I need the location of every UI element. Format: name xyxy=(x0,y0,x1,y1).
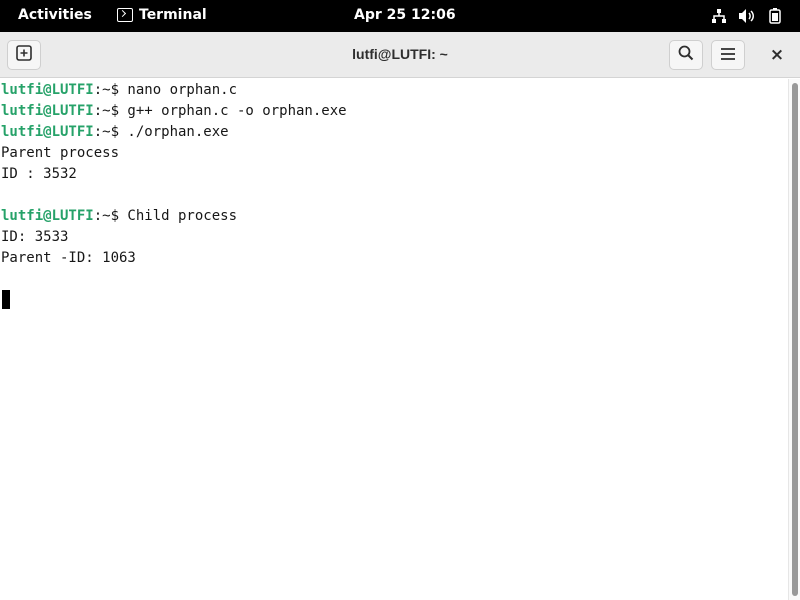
app-name: Terminal xyxy=(139,7,207,23)
battery-icon[interactable] xyxy=(766,8,784,24)
network-icon[interactable] xyxy=(710,8,728,24)
terminal-line: ID : 3532 xyxy=(1,164,77,185)
line-text: ID: 3533 xyxy=(1,229,69,245)
scrollbar-thumb[interactable] xyxy=(792,83,798,596)
close-button[interactable]: × xyxy=(764,40,790,70)
line-text: :~$ ./orphan.exe xyxy=(93,124,229,140)
terminal-line: Parent process xyxy=(1,143,119,164)
terminal-icon xyxy=(117,8,133,22)
text-cursor xyxy=(2,290,10,309)
prompt-user: lutfi@LUTFI xyxy=(1,103,94,119)
line-text: Parent -ID: 1063 xyxy=(1,250,136,266)
activities-button[interactable]: Activities xyxy=(18,7,92,23)
search-icon xyxy=(678,45,694,65)
prompt-user: lutfi@LUTFI xyxy=(1,82,94,98)
terminal-line: ID: 3533 xyxy=(1,227,68,248)
app-menu[interactable]: Terminal xyxy=(117,7,207,23)
system-tray[interactable] xyxy=(710,8,784,24)
prompt-user: lutfi@LUTFI xyxy=(1,124,94,140)
hamburger-menu-icon xyxy=(720,46,736,65)
prompt-user: lutfi@LUTFI xyxy=(1,208,94,224)
terminal-line: lutfi@LUTFI:~$ nano orphan.c xyxy=(1,80,237,101)
clock[interactable]: Apr 25 12:06 xyxy=(354,7,456,23)
terminal-line: lutfi@LUTFI:~$ ./orphan.exe xyxy=(1,122,229,143)
terminal-line: lutfi@LUTFI:~$ Child process xyxy=(1,206,237,227)
top-bar: Activities Terminal Apr 25 12:06 xyxy=(0,0,800,32)
line-text: ID : 3532 xyxy=(1,166,77,182)
line-text: :~$ g++ orphan.c -o orphan.exe xyxy=(93,103,347,119)
line-text: Parent process xyxy=(1,145,120,161)
terminal-line: lutfi@LUTFI:~$ g++ orphan.c -o orphan.ex… xyxy=(1,101,347,122)
volume-icon[interactable] xyxy=(738,8,756,24)
line-text: :~$ Child process xyxy=(93,208,238,224)
line-text: :~$ nano orphan.c xyxy=(93,82,238,98)
terminal-output[interactable]: lutfi@LUTFI:~$ nano orphan.c lutfi@LUTFI… xyxy=(0,79,788,600)
terminal-window: lutfi@LUTFI: ~ × lutfi@LUTFI:~$ nano orp… xyxy=(0,32,800,600)
menu-button[interactable] xyxy=(711,40,745,70)
scrollbar[interactable] xyxy=(788,79,800,600)
header-bar: lutfi@LUTFI: ~ × xyxy=(0,32,800,78)
search-button[interactable] xyxy=(669,40,703,70)
close-icon: × xyxy=(769,45,785,65)
terminal-line: Parent -ID: 1063 xyxy=(1,248,136,269)
